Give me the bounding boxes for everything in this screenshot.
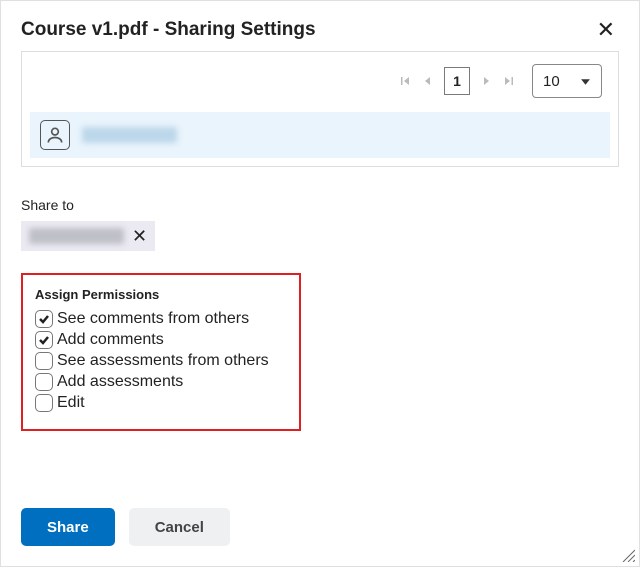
share-to-chip: ✕: [21, 221, 155, 251]
chip-name-redacted: [29, 228, 124, 244]
cancel-button[interactable]: Cancel: [129, 508, 230, 546]
resize-handle-icon[interactable]: [619, 546, 635, 562]
dialog-footer: Share Cancel: [1, 493, 639, 566]
checkbox-add-comments[interactable]: [35, 331, 53, 349]
permission-label: Add assessments: [57, 373, 183, 391]
last-page-icon[interactable]: [502, 75, 514, 87]
sharing-settings-dialog: Course v1.pdf - Sharing Settings ✕ 1: [0, 0, 640, 567]
permission-label: See comments from others: [57, 310, 249, 328]
first-page-icon[interactable]: [400, 75, 412, 87]
permission-row: Add assessments: [35, 373, 285, 391]
dialog-body-scroll[interactable]: 1 10 Share to ✕: [1, 51, 639, 491]
permission-row: Edit: [35, 394, 285, 412]
user-list-item[interactable]: [30, 112, 610, 158]
pagination-row: 1 10: [30, 60, 610, 112]
user-name-redacted: [82, 127, 177, 143]
prev-page-icon[interactable]: [422, 75, 434, 87]
share-button[interactable]: Share: [21, 508, 115, 546]
dialog-title: Course v1.pdf - Sharing Settings: [21, 19, 316, 41]
share-to-label: Share to: [21, 197, 619, 213]
chevron-down-icon: [580, 76, 591, 87]
page-size-select[interactable]: 10: [532, 64, 602, 98]
current-page-input[interactable]: 1: [444, 67, 470, 95]
permission-row: See assessments from others: [35, 352, 285, 370]
permission-label: Edit: [57, 394, 85, 412]
chip-remove-icon[interactable]: ✕: [132, 227, 147, 245]
checkbox-see-assessments[interactable]: [35, 352, 53, 370]
user-list-box: 1 10: [21, 51, 619, 167]
dialog-header: Course v1.pdf - Sharing Settings ✕: [1, 1, 639, 53]
close-icon[interactable]: ✕: [593, 15, 619, 45]
assign-permissions-panel: Assign Permissions See comments from oth…: [21, 273, 301, 431]
permission-label: Add comments: [57, 331, 164, 349]
permission-row: See comments from others: [35, 310, 285, 328]
permission-label: See assessments from others: [57, 352, 269, 370]
next-page-icon[interactable]: [480, 75, 492, 87]
permission-row: Add comments: [35, 331, 285, 349]
assign-permissions-title: Assign Permissions: [35, 287, 285, 302]
checkbox-edit[interactable]: [35, 394, 53, 412]
avatar-icon: [40, 120, 70, 150]
checkbox-add-assessments[interactable]: [35, 373, 53, 391]
page-size-value: 10: [543, 73, 560, 90]
checkbox-see-comments[interactable]: [35, 310, 53, 328]
